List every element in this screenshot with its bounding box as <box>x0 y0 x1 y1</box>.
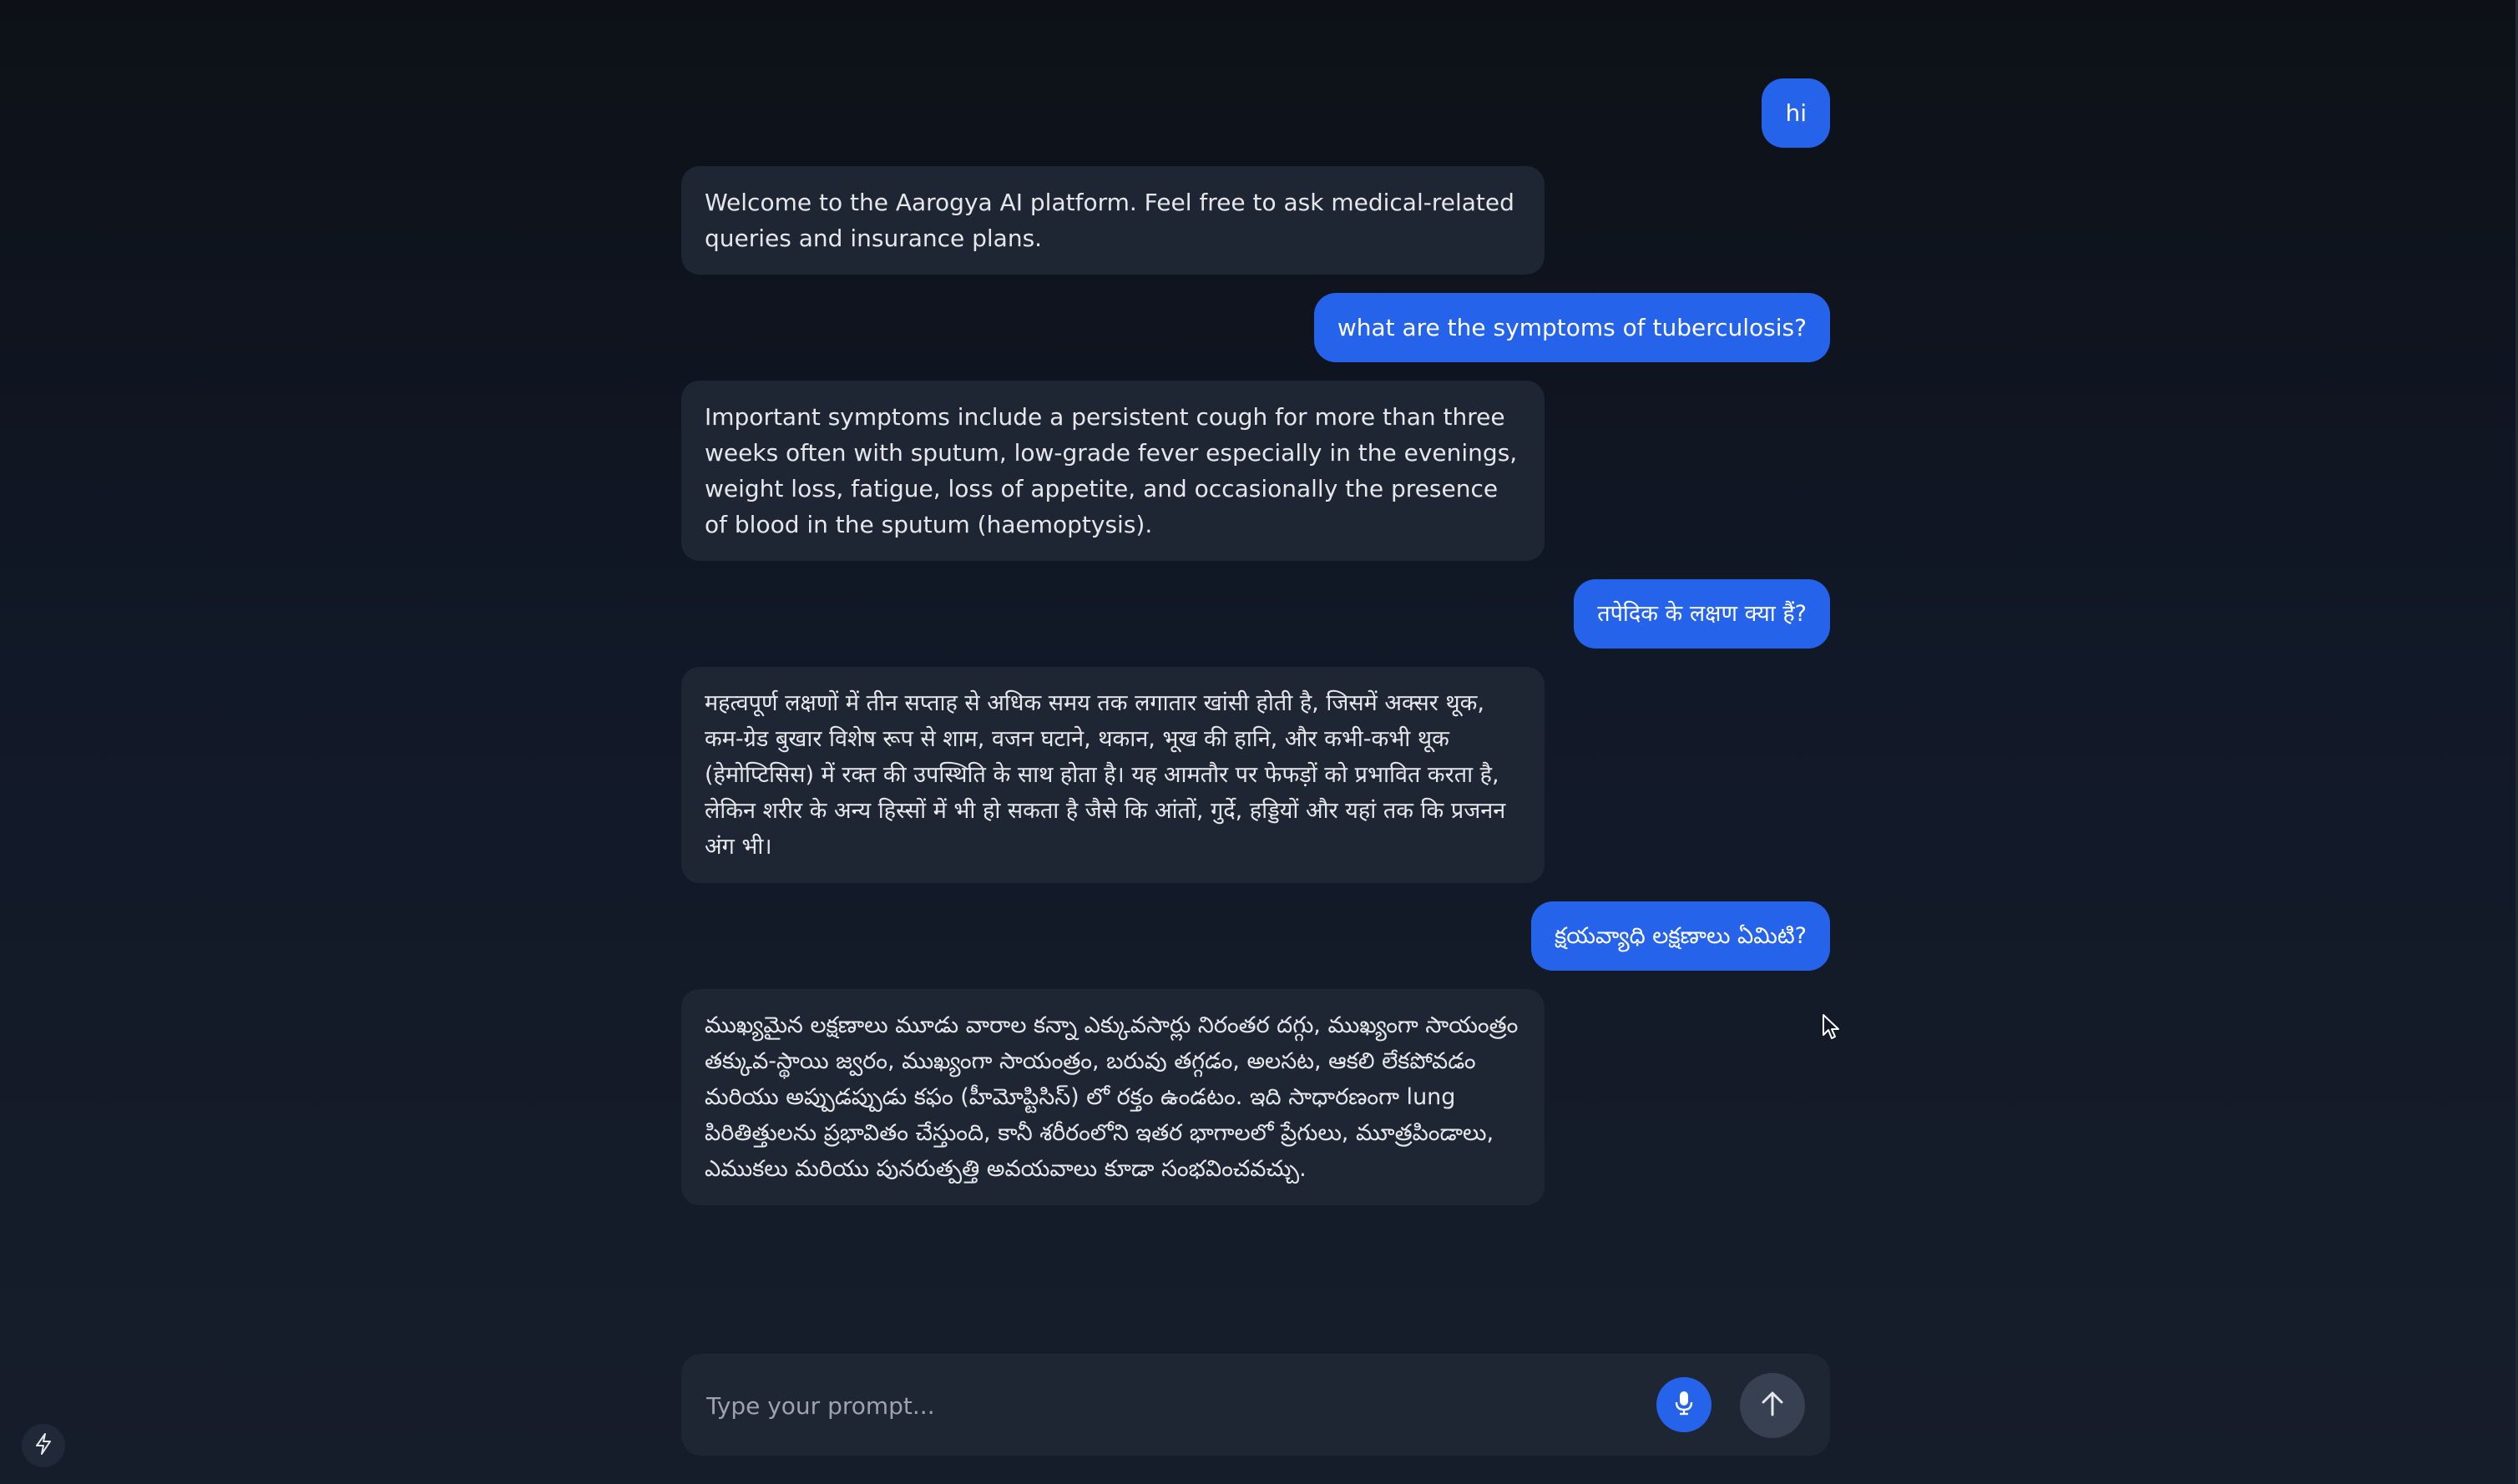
user-bubble: what are the symptoms of tuberculosis? <box>1313 293 1830 362</box>
assistant-message: ముఖ్యమైన లక్షణాలు మూడు వారాల కన్నా ఎక్కు… <box>681 989 1830 1205</box>
assistant-bubble: महत्वपूर्ण लक्षणों में तीन सप्ताह से अधि… <box>681 667 1545 883</box>
assistant-message: Important symptoms include a persistent … <box>681 381 1830 561</box>
bolt-button[interactable] <box>22 1424 65 1467</box>
assistant-message: Welcome to the Aarogya AI platform. Feel… <box>681 166 1830 275</box>
chat-app: hi Welcome to the Aarogya AI platform. F… <box>0 0 2518 1484</box>
microphone-icon <box>1674 1391 1694 1419</box>
user-message: तपेदिक के लक्षण क्या हैं? <box>681 579 1830 649</box>
assistant-message: महत्वपूर्ण लक्षणों में तीन सप्ताह से अधि… <box>681 667 1830 883</box>
microphone-button[interactable] <box>1656 1377 1712 1432</box>
user-bubble: तपेदिक के लक्षण क्या हैं? <box>1574 579 1830 649</box>
assistant-bubble: Welcome to the Aarogya AI platform. Feel… <box>681 166 1545 275</box>
lightning-bolt-icon <box>34 1433 53 1458</box>
user-bubble: hi <box>1762 78 1830 148</box>
prompt-input[interactable] <box>705 1383 1643 1428</box>
user-bubble: క్షయవ్యాధి లక్షణాలు ఏమిటి? <box>1531 901 1830 971</box>
prompt-composer <box>681 1354 1830 1456</box>
arrow-up-icon <box>1760 1391 1785 1421</box>
assistant-bubble: Important symptoms include a persistent … <box>681 381 1545 561</box>
chat-thread: hi Welcome to the Aarogya AI platform. F… <box>681 78 1830 1205</box>
user-message: hi <box>681 78 1830 148</box>
send-button[interactable] <box>1740 1373 1805 1438</box>
mouse-cursor-icon <box>1822 1013 1842 1045</box>
user-message: what are the symptoms of tuberculosis? <box>681 293 1830 362</box>
user-message: క్షయవ్యాధి లక్షణాలు ఏమిటి? <box>681 901 1830 971</box>
assistant-bubble: ముఖ్యమైన లక్షణాలు మూడు వారాల కన్నా ఎక్కు… <box>681 989 1545 1205</box>
